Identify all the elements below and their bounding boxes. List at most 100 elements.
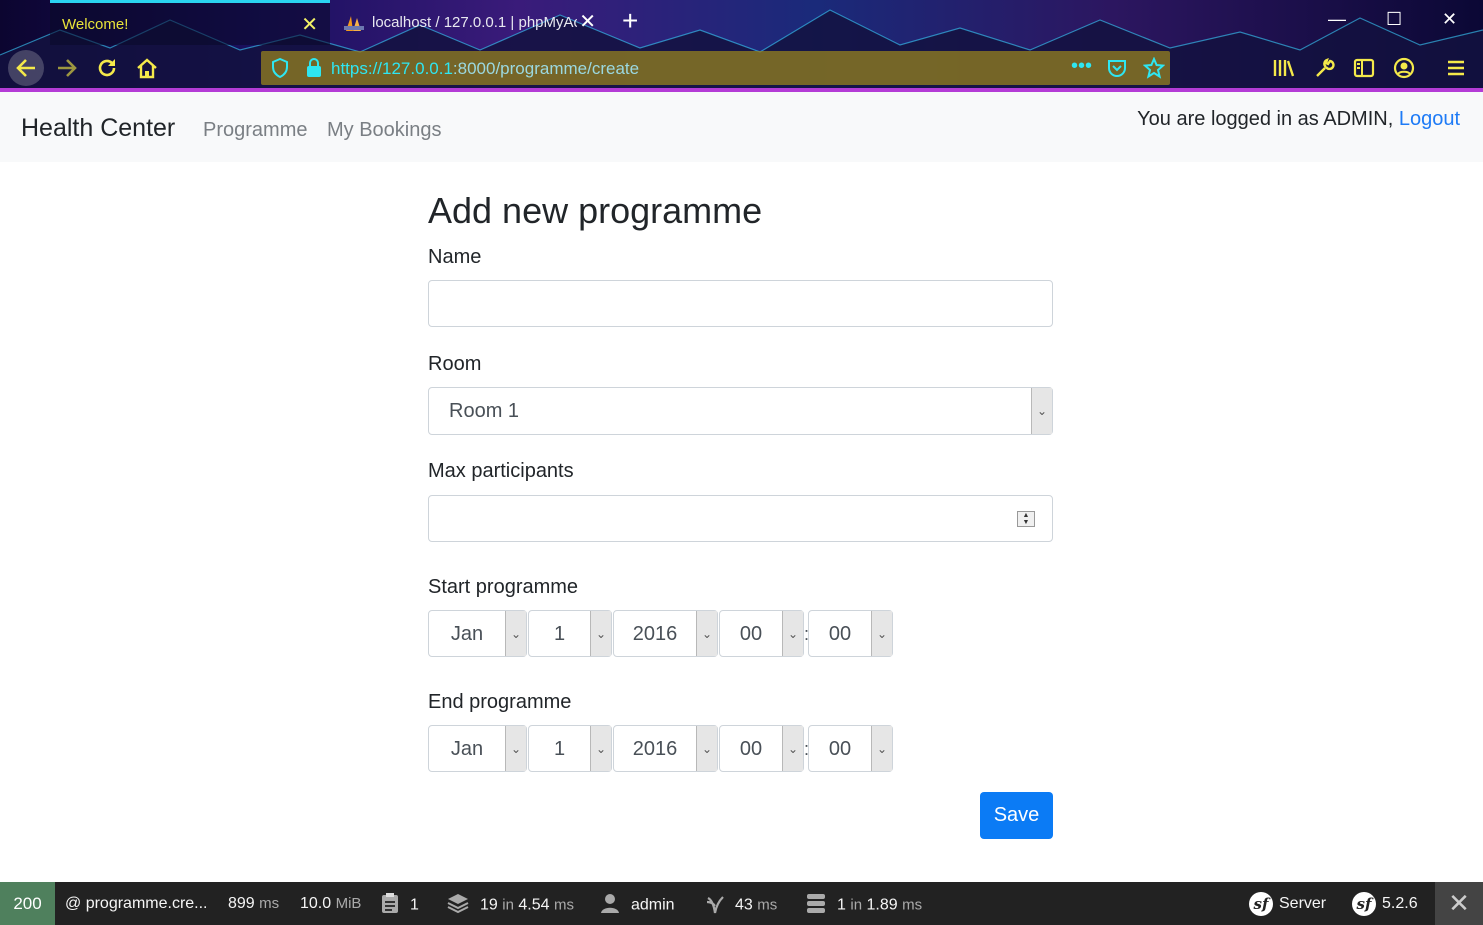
end-minute-select[interactable]: 00 ⌄: [808, 725, 893, 772]
db-value: 1: [837, 896, 846, 914]
chevron-down-icon[interactable]: ⌄: [696, 726, 717, 771]
close-tab-icon[interactable]: ✕: [579, 9, 596, 34]
wrench-icon[interactable]: [1308, 52, 1340, 84]
chevron-down-icon[interactable]: ⌄: [782, 611, 803, 656]
logout-link[interactable]: Logout: [1399, 108, 1460, 130]
cache-panel[interactable]: 19 in 4.54 ms: [446, 892, 574, 919]
start-programme-label: Start programme: [428, 576, 579, 598]
status-code-badge[interactable]: 200: [0, 882, 55, 925]
home-icon[interactable]: [131, 52, 163, 84]
close-window-icon[interactable]: ✕: [1442, 9, 1457, 30]
name-label: Name: [428, 246, 482, 268]
user-panel[interactable]: admin: [599, 892, 675, 919]
user-name: admin: [631, 896, 675, 914]
end-day-value: 1: [553, 738, 566, 760]
tab-label: localhost / 127.0.0.1 | phpMyAc: [372, 14, 577, 31]
number-spinner-icon[interactable]: ▲ ▼: [1017, 511, 1035, 527]
room-select[interactable]: Room 1 ⌄: [428, 387, 1053, 435]
start-minute-select[interactable]: 00 ⌄: [808, 610, 893, 657]
tab-welcome[interactable]: Welcome! ✕: [50, 0, 330, 45]
start-year-select[interactable]: 2016 ⌄: [613, 610, 718, 657]
start-day-select[interactable]: 1 ⌄: [528, 610, 612, 657]
max-participants-label: Max participants: [428, 460, 574, 482]
route-name[interactable]: @ programme.cre...: [65, 895, 208, 913]
db-in: in: [850, 896, 863, 914]
cache-in: in: [502, 896, 514, 914]
new-tab-icon[interactable]: +: [622, 6, 638, 36]
url-host: https://127.0.0.1: [331, 59, 453, 78]
logs-count: 1: [410, 896, 419, 914]
logs-panel[interactable]: 1: [380, 892, 419, 919]
sidebar-icon[interactable]: [1348, 52, 1380, 84]
twig-icon: [705, 892, 725, 919]
server-panel[interactable]: sf Server: [1249, 892, 1326, 916]
end-minute-value: 00: [828, 738, 852, 760]
end-hour-select[interactable]: 00 ⌄: [719, 725, 804, 772]
time-value: 899: [228, 895, 255, 912]
chevron-down-icon[interactable]: ⌄: [696, 611, 717, 656]
minimize-icon[interactable]: —: [1328, 9, 1346, 30]
max-participants-input[interactable]: ▲ ▼: [428, 495, 1053, 542]
menu-icon[interactable]: [1440, 52, 1472, 84]
debug-toolbar: 200 @ programme.cre... 899 ms 10.0 MiB 1…: [0, 882, 1483, 925]
symfony-version-panel[interactable]: sf 5.2.6: [1352, 892, 1418, 916]
tab-phpmyadmin[interactable]: localhost / 127.0.0.1 | phpMyAc ✕: [336, 0, 608, 45]
brand-link[interactable]: Health Center: [21, 114, 175, 143]
start-year-value: 2016: [632, 623, 678, 645]
chevron-down-icon[interactable]: ⌄: [1031, 388, 1052, 434]
name-input[interactable]: [428, 280, 1053, 327]
memory-value: 10.0: [300, 895, 332, 912]
pocket-icon[interactable]: [1107, 58, 1127, 83]
cache-value: 19: [480, 896, 498, 914]
db-unit: ms: [902, 896, 923, 914]
symfony-version: 5.2.6: [1382, 895, 1418, 913]
maximize-icon[interactable]: ☐: [1386, 9, 1402, 30]
memory-usage[interactable]: 10.0 MiB: [300, 895, 361, 913]
lock-icon[interactable]: [306, 58, 322, 83]
start-month-value: Jan: [450, 623, 484, 645]
chevron-down-icon[interactable]: ⌄: [590, 611, 611, 656]
forward-icon[interactable]: [51, 52, 83, 84]
end-datetime: Jan ⌄ 1 ⌄ 2016 ⌄ 00 ⌄ : 00 ⌄: [428, 725, 898, 772]
start-hour-select[interactable]: 00 ⌄: [719, 610, 804, 657]
chevron-down-icon[interactable]: ⌄: [505, 611, 526, 656]
db-time: 1.89: [866, 896, 898, 914]
close-toolbar-icon[interactable]: ✕: [1435, 882, 1483, 925]
login-text: You are logged in as ADMIN,: [1137, 108, 1394, 130]
url-path: :8000/programme/create: [452, 59, 640, 78]
time-unit: ms: [259, 895, 280, 912]
page-title: Add new programme: [428, 190, 763, 231]
shield-icon[interactable]: [271, 57, 289, 83]
address-bar[interactable]: https://127.0.0.1:8000/programme/create …: [261, 51, 1170, 85]
chevron-down-icon[interactable]: ⌄: [782, 726, 803, 771]
bookmark-star-icon[interactable]: [1142, 56, 1166, 84]
chevron-down-icon[interactable]: ⌄: [871, 611, 892, 656]
end-hour-value: 00: [739, 738, 763, 760]
nav-link-my-bookings[interactable]: My Bookings: [327, 119, 442, 142]
chevron-down-icon[interactable]: ⌄: [871, 726, 892, 771]
login-status: You are logged in as ADMIN, Logout: [1137, 108, 1460, 131]
back-icon[interactable]: [8, 50, 44, 86]
nav-link-programme[interactable]: Programme: [203, 119, 307, 142]
library-icon[interactable]: [1268, 52, 1300, 84]
end-year-select[interactable]: 2016 ⌄: [613, 725, 718, 772]
more-actions-icon[interactable]: •••: [1071, 55, 1092, 78]
end-month-select[interactable]: Jan ⌄: [428, 725, 527, 772]
phpmyadmin-icon: [344, 14, 364, 32]
url-text: https://127.0.0.1:8000/programme/create: [331, 59, 639, 79]
start-month-select[interactable]: Jan ⌄: [428, 610, 527, 657]
twig-panel[interactable]: 43 ms: [705, 892, 777, 919]
clipboard-icon: [380, 892, 400, 919]
end-day-select[interactable]: 1 ⌄: [528, 725, 612, 772]
chevron-down-icon[interactable]: ⌄: [505, 726, 526, 771]
account-icon[interactable]: [1388, 52, 1420, 84]
layers-icon: [446, 892, 470, 919]
memory-unit: MiB: [335, 895, 362, 912]
cache-time: 4.54: [518, 896, 550, 914]
close-tab-icon[interactable]: ✕: [301, 12, 318, 37]
save-button[interactable]: Save: [980, 792, 1053, 839]
reload-icon[interactable]: [91, 52, 123, 84]
database-panel[interactable]: 1 in 1.89 ms: [805, 892, 922, 919]
chevron-down-icon[interactable]: ⌄: [590, 726, 611, 771]
request-time[interactable]: 899 ms: [228, 895, 279, 913]
